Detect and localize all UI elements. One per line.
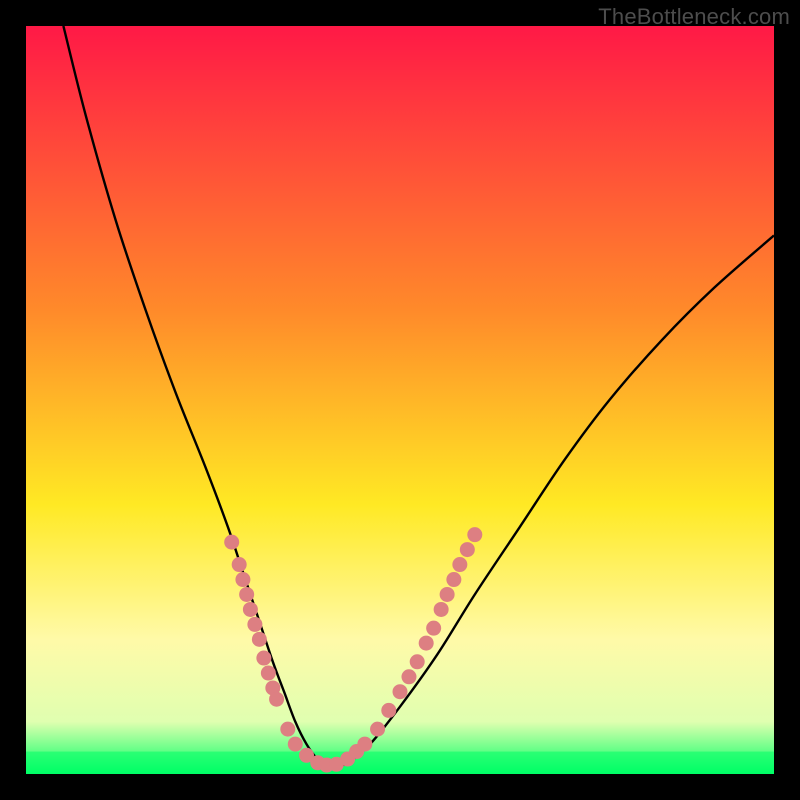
curve-marker (434, 602, 449, 617)
curve-marker (410, 654, 425, 669)
curve-marker (280, 722, 295, 737)
green-band (26, 752, 774, 774)
curve-marker (252, 632, 267, 647)
curve-marker (460, 542, 475, 557)
bottleneck-chart (26, 26, 774, 774)
curve-marker (357, 737, 372, 752)
curve-marker (446, 572, 461, 587)
curve-marker (256, 651, 271, 666)
curve-marker (452, 557, 467, 572)
curve-marker (224, 535, 239, 550)
curve-marker (393, 684, 408, 699)
curve-marker (467, 527, 482, 542)
curve-marker (239, 587, 254, 602)
curve-marker (381, 703, 396, 718)
curve-marker (247, 617, 262, 632)
watermark-text: TheBottleneck.com (598, 4, 790, 30)
curve-marker (401, 669, 416, 684)
curve-marker (235, 572, 250, 587)
curve-marker (269, 692, 284, 707)
curve-marker (426, 621, 441, 636)
curve-marker (261, 666, 276, 681)
chart-frame (26, 26, 774, 774)
curve-marker (243, 602, 258, 617)
curve-marker (232, 557, 247, 572)
curve-marker (370, 722, 385, 737)
curve-marker (419, 636, 434, 651)
gradient-background (26, 26, 774, 774)
curve-marker (440, 587, 455, 602)
curve-marker (288, 737, 303, 752)
